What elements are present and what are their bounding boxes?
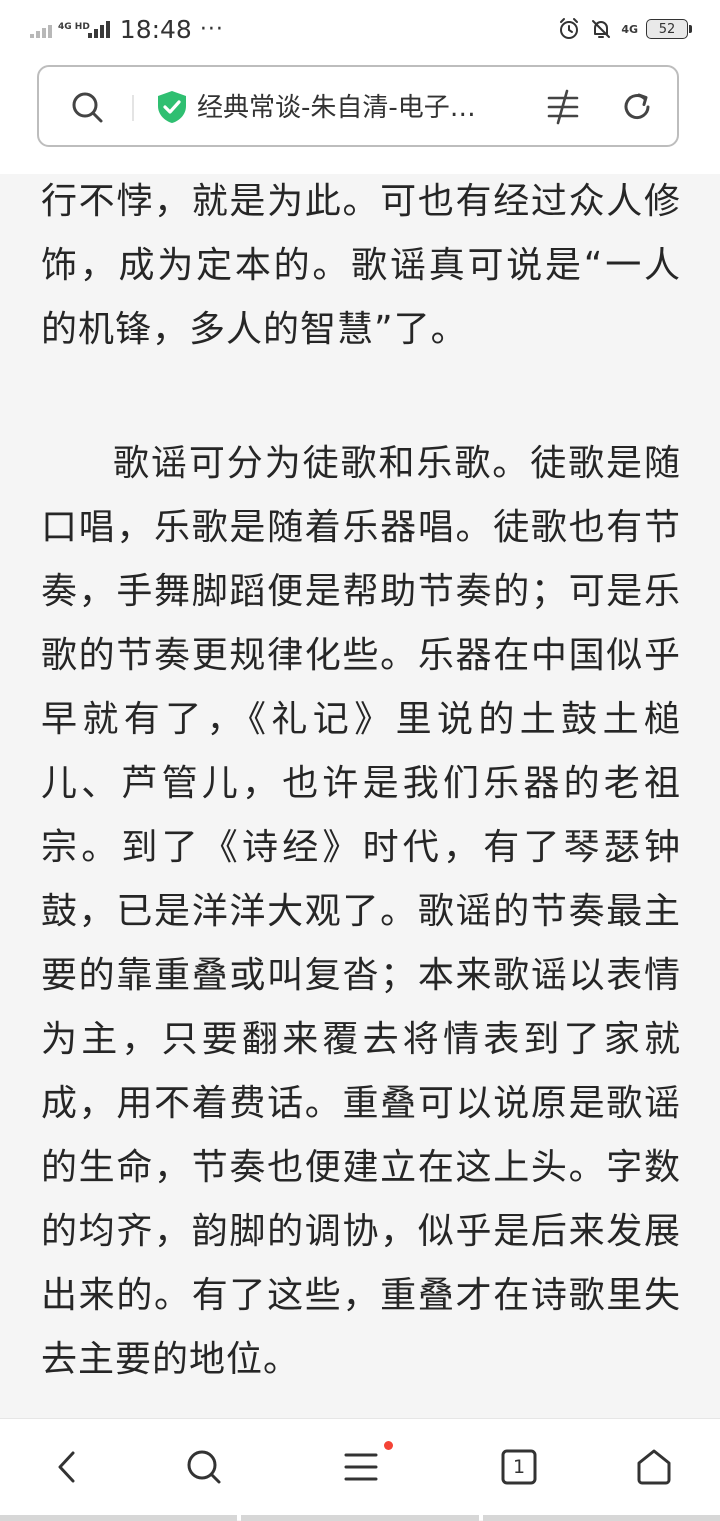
page-title[interactable]: 经典常谈-朱自清-电子… (197, 89, 527, 127)
address-bar[interactable]: 经典常谈-朱自清-电子… (37, 65, 679, 147)
notification-dot (384, 1441, 393, 1450)
tab-count: 1 (512, 1456, 526, 1478)
status-left: 4G HD 18:48 ··· (30, 12, 224, 46)
refresh-icon[interactable] (619, 89, 655, 125)
article-content: 行不悖，就是为此。可也有经过众人修饰，成为定本的。歌谣真可说是“一人的机锋，多人… (0, 174, 720, 1418)
network-type-label: 4G HD (58, 22, 90, 32)
battery-icon: 52 (646, 19, 692, 39)
status-bar: 4G HD 18:48 ··· 4G 52 (0, 0, 720, 56)
search-icon[interactable] (69, 89, 105, 125)
address-bar-container: 经典常谈-朱自清-电子… (0, 56, 720, 174)
bottom-nav: 1 (0, 1418, 720, 1521)
more-indicator: ··· (199, 16, 224, 42)
battery-level: 52 (658, 21, 676, 37)
signal-strong-wrap: 4G HD (58, 20, 110, 38)
address-divider (132, 95, 134, 121)
article-paragraph: 行不悖，就是为此。可也有经过众人修饰，成为定本的。歌谣真可说是“一人的机锋，多人… (41, 181, 681, 350)
article-paragraph: 歌谣可分为徒歌和乐歌。徒歌是随口唱，乐歌是随着乐器唱。徒歌也有节奏，手舞脚蹈便是… (41, 443, 681, 1380)
gesture-bar (0, 1515, 720, 1521)
mute-icon (592, 20, 611, 38)
status-right: 4G 52 (557, 14, 692, 44)
signal-strong-icon (87, 20, 110, 38)
alarm-icon (560, 18, 579, 39)
search-icon[interactable] (182, 1445, 226, 1489)
menu-icon[interactable] (340, 1445, 384, 1489)
home-icon[interactable] (632, 1445, 676, 1489)
network-icon: 4G (621, 22, 638, 36)
tabs-icon[interactable]: 1 (497, 1445, 541, 1489)
back-icon[interactable] (46, 1445, 90, 1489)
secure-shield-icon (158, 91, 186, 123)
signal-weak-icon (30, 20, 52, 38)
clock: 18:48 (119, 14, 192, 44)
reader-mode-icon[interactable] (543, 87, 583, 127)
